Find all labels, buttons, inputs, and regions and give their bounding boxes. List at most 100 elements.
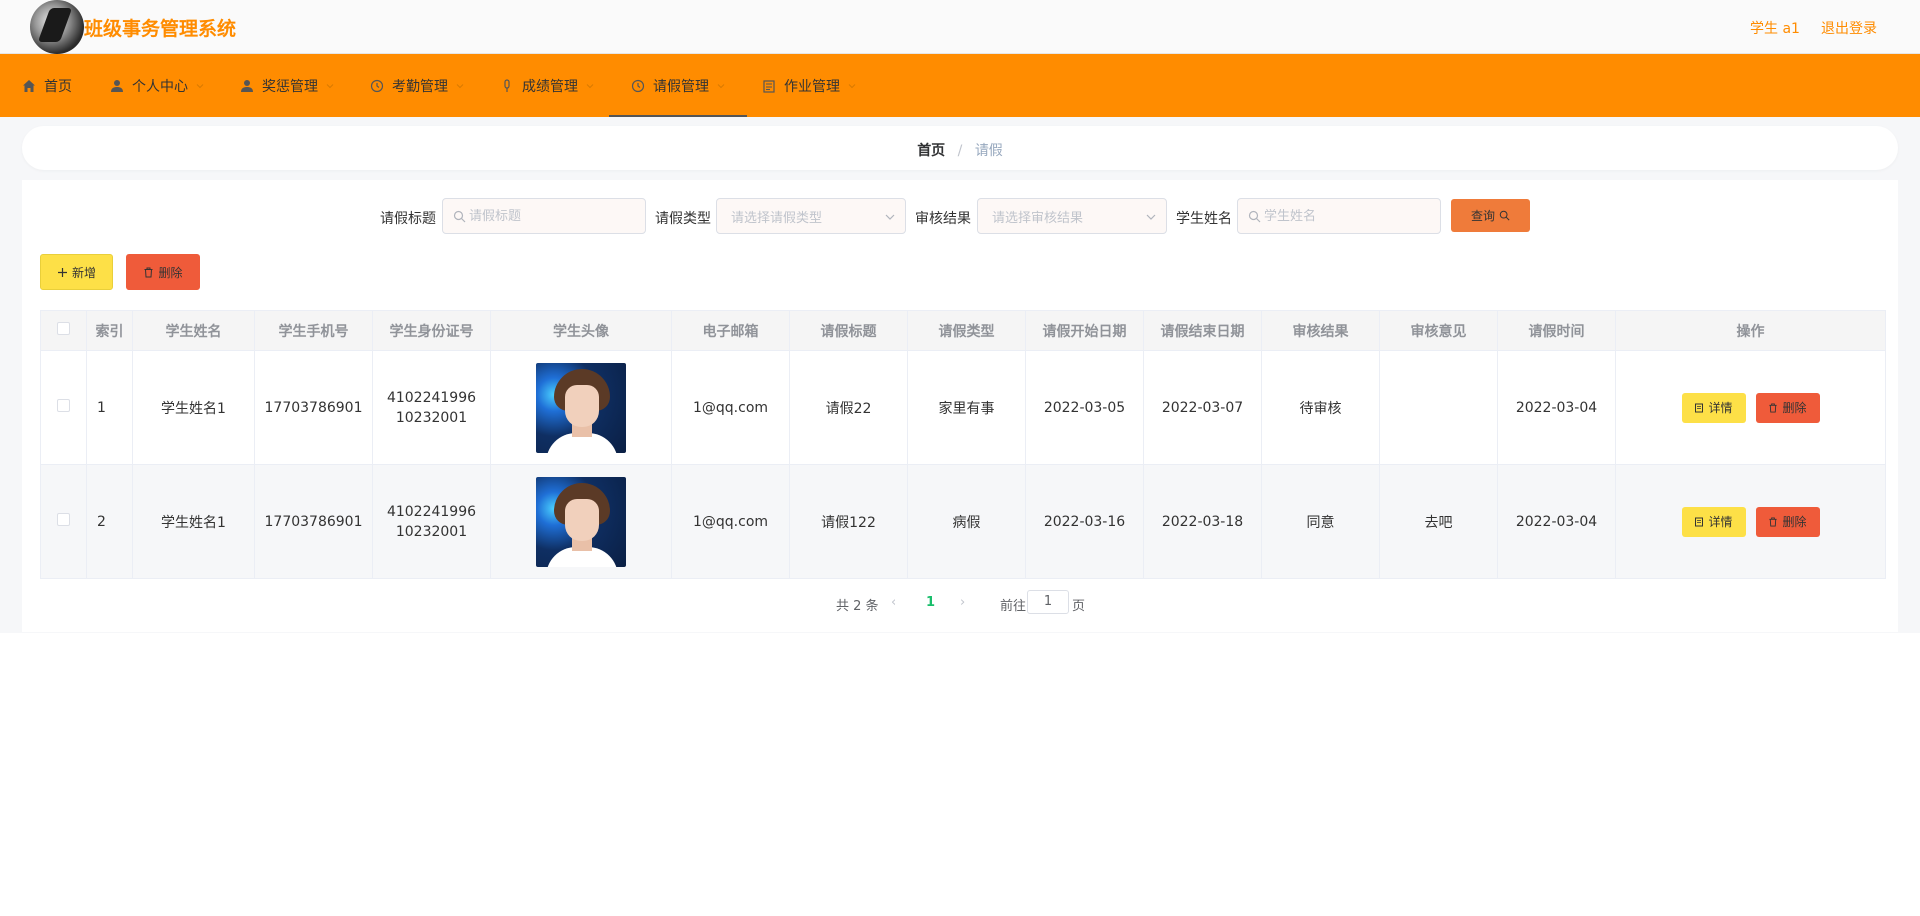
delete-button[interactable]: 删除 <box>1755 392 1820 423</box>
cell-actions: 详情 删除 <box>1615 350 1886 465</box>
header-leave-time: 请假时间 <box>1497 310 1616 351</box>
chevron-down-icon <box>1146 214 1156 220</box>
filter-label-result: 审核结果 <box>915 211 971 227</box>
cell-id-card: 410224199610232001 <box>372 350 491 465</box>
next-page-icon[interactable]: › <box>960 595 965 610</box>
select-all-checkbox[interactable] <box>57 322 70 335</box>
search-icon <box>453 210 466 223</box>
cell-review-opinion: 去吧 <box>1379 464 1498 579</box>
leave-type-placeholder: 请选择请假类型 <box>731 210 823 226</box>
header-phone: 学生手机号 <box>254 310 373 351</box>
header-index: 索引 <box>86 310 133 351</box>
chevron-down-icon <box>456 82 464 90</box>
review-result-select[interactable]: 请选择审核结果 <box>977 198 1167 234</box>
cell-leave-title: 请假22 <box>789 350 908 465</box>
title-search-input[interactable] <box>469 208 645 224</box>
header-leave-title: 请假标题 <box>789 310 908 351</box>
trash-icon <box>1769 516 1778 527</box>
leave-type-select[interactable]: 请选择请假类型 <box>716 198 906 234</box>
cell-start-date: 2022-03-16 <box>1025 464 1144 579</box>
nav-item-grades[interactable]: 成绩管理 <box>500 54 594 117</box>
chevron-down-icon <box>586 82 594 90</box>
header-actions: 操作 <box>1615 310 1886 351</box>
row-checkbox[interactable] <box>57 399 70 412</box>
pagination-total: 共 2 条 <box>836 599 879 614</box>
cell-student-name: 学生姓名1 <box>132 464 255 579</box>
breadcrumb-card: 首页 / 请假 <box>22 126 1898 170</box>
chevron-down-icon <box>717 82 725 90</box>
nav-item-home[interactable]: 首页 <box>22 54 72 117</box>
cell-student-name: 学生姓名1 <box>132 350 255 465</box>
detail-button-label: 详情 <box>1708 515 1733 529</box>
cell-email: 1@qq.com <box>671 350 790 465</box>
main-nav: 首页 个人中心 奖惩管理 考勤管理 成绩管理 请假管理 作业管理 <box>0 54 1920 117</box>
table-row: 1 学生姓名1 17703786901 410224199610232001 1… <box>40 350 1886 465</box>
title-search-field[interactable] <box>442 198 646 234</box>
logout-link[interactable]: 退出登录 <box>1821 18 1877 38</box>
pagination: 共 2 条 ‹ 1 › 前往 1 页 <box>0 590 1920 616</box>
clock-icon <box>631 79 645 93</box>
breadcrumb-separator: / <box>957 143 963 159</box>
detail-button[interactable]: 详情 <box>1681 506 1746 537</box>
cell-start-date: 2022-03-05 <box>1025 350 1144 465</box>
avatar[interactable] <box>536 362 626 453</box>
header-review-result: 审核结果 <box>1261 310 1380 351</box>
cell-avatar <box>490 350 672 465</box>
nav-item-label: 考勤管理 <box>392 78 448 95</box>
nav-item-rewards[interactable]: 奖惩管理 <box>240 54 334 117</box>
prev-page-icon[interactable]: ‹ <box>891 595 896 610</box>
cell-review-result: 待审核 <box>1261 350 1380 465</box>
nav-item-attendance[interactable]: 考勤管理 <box>370 54 464 117</box>
top-header: 班级事务管理系统 学生 a1 退出登录 <box>0 0 1920 54</box>
cell-review-opinion <box>1379 350 1498 465</box>
chevron-down-icon <box>848 82 856 90</box>
avatar[interactable] <box>536 476 626 567</box>
select-all-cell[interactable] <box>40 310 87 351</box>
table-header-row: 索引 学生姓名 学生手机号 学生身份证号 学生头像 电子邮箱 请假标题 请假类型… <box>40 310 1886 351</box>
batch-delete-button[interactable]: 删除 <box>126 254 200 290</box>
query-button-label: 查询 <box>1470 209 1495 223</box>
query-button[interactable]: 查询 <box>1451 199 1530 232</box>
search-icon <box>1248 210 1261 223</box>
leave-table: 索引 学生姓名 学生手机号 学生身份证号 学生头像 电子邮箱 请假标题 请假类型… <box>40 310 1886 579</box>
nav-item-leave[interactable]: 请假管理 <box>609 54 747 117</box>
home-icon <box>22 79 36 93</box>
add-button[interactable]: 新增 <box>40 254 113 290</box>
cell-leave-type: 家里有事 <box>907 350 1026 465</box>
nav-item-label: 奖惩管理 <box>262 78 318 95</box>
nav-item-label: 请假管理 <box>653 78 709 95</box>
search-icon <box>1499 210 1510 221</box>
breadcrumb: 首页 / 请假 <box>22 140 1898 160</box>
trash-icon <box>1769 402 1778 413</box>
nav-item-label: 成绩管理 <box>522 78 578 95</box>
breadcrumb-home[interactable]: 首页 <box>917 143 945 159</box>
detail-button[interactable]: 详情 <box>1681 392 1746 423</box>
page-number-current[interactable]: 1 <box>926 595 935 610</box>
page-jump-input[interactable]: 1 <box>1027 590 1069 614</box>
chevron-down-icon <box>326 82 334 90</box>
student-name-field[interactable] <box>1237 198 1441 234</box>
delete-button-label: 删除 <box>1782 515 1807 529</box>
cell-leave-type: 病假 <box>907 464 1026 579</box>
filter-label-name: 学生姓名 <box>1176 211 1232 227</box>
pagination-goto-label: 前往 <box>1000 599 1027 614</box>
row-select-cell[interactable] <box>40 350 87 465</box>
cell-review-result: 同意 <box>1261 464 1380 579</box>
header-start-date: 请假开始日期 <box>1025 310 1144 351</box>
cell-leave-time: 2022-03-04 <box>1497 350 1616 465</box>
nav-item-profile[interactable]: 个人中心 <box>110 54 204 117</box>
detail-button-label: 详情 <box>1708 401 1733 415</box>
logo-icon <box>30 0 84 54</box>
header-email: 电子邮箱 <box>671 310 790 351</box>
nav-item-label: 个人中心 <box>132 78 188 95</box>
nav-item-homework[interactable]: 作业管理 <box>762 54 856 117</box>
header-leave-type: 请假类型 <box>907 310 1026 351</box>
header-avatar: 学生头像 <box>490 310 672 351</box>
filter-label-title: 请假标题 <box>380 211 436 227</box>
row-checkbox[interactable] <box>57 513 70 526</box>
student-name-input[interactable] <box>1264 208 1440 224</box>
cell-phone: 17703786901 <box>254 464 373 579</box>
row-select-cell[interactable] <box>40 464 87 579</box>
delete-button[interactable]: 删除 <box>1755 506 1820 537</box>
cell-email: 1@qq.com <box>671 464 790 579</box>
